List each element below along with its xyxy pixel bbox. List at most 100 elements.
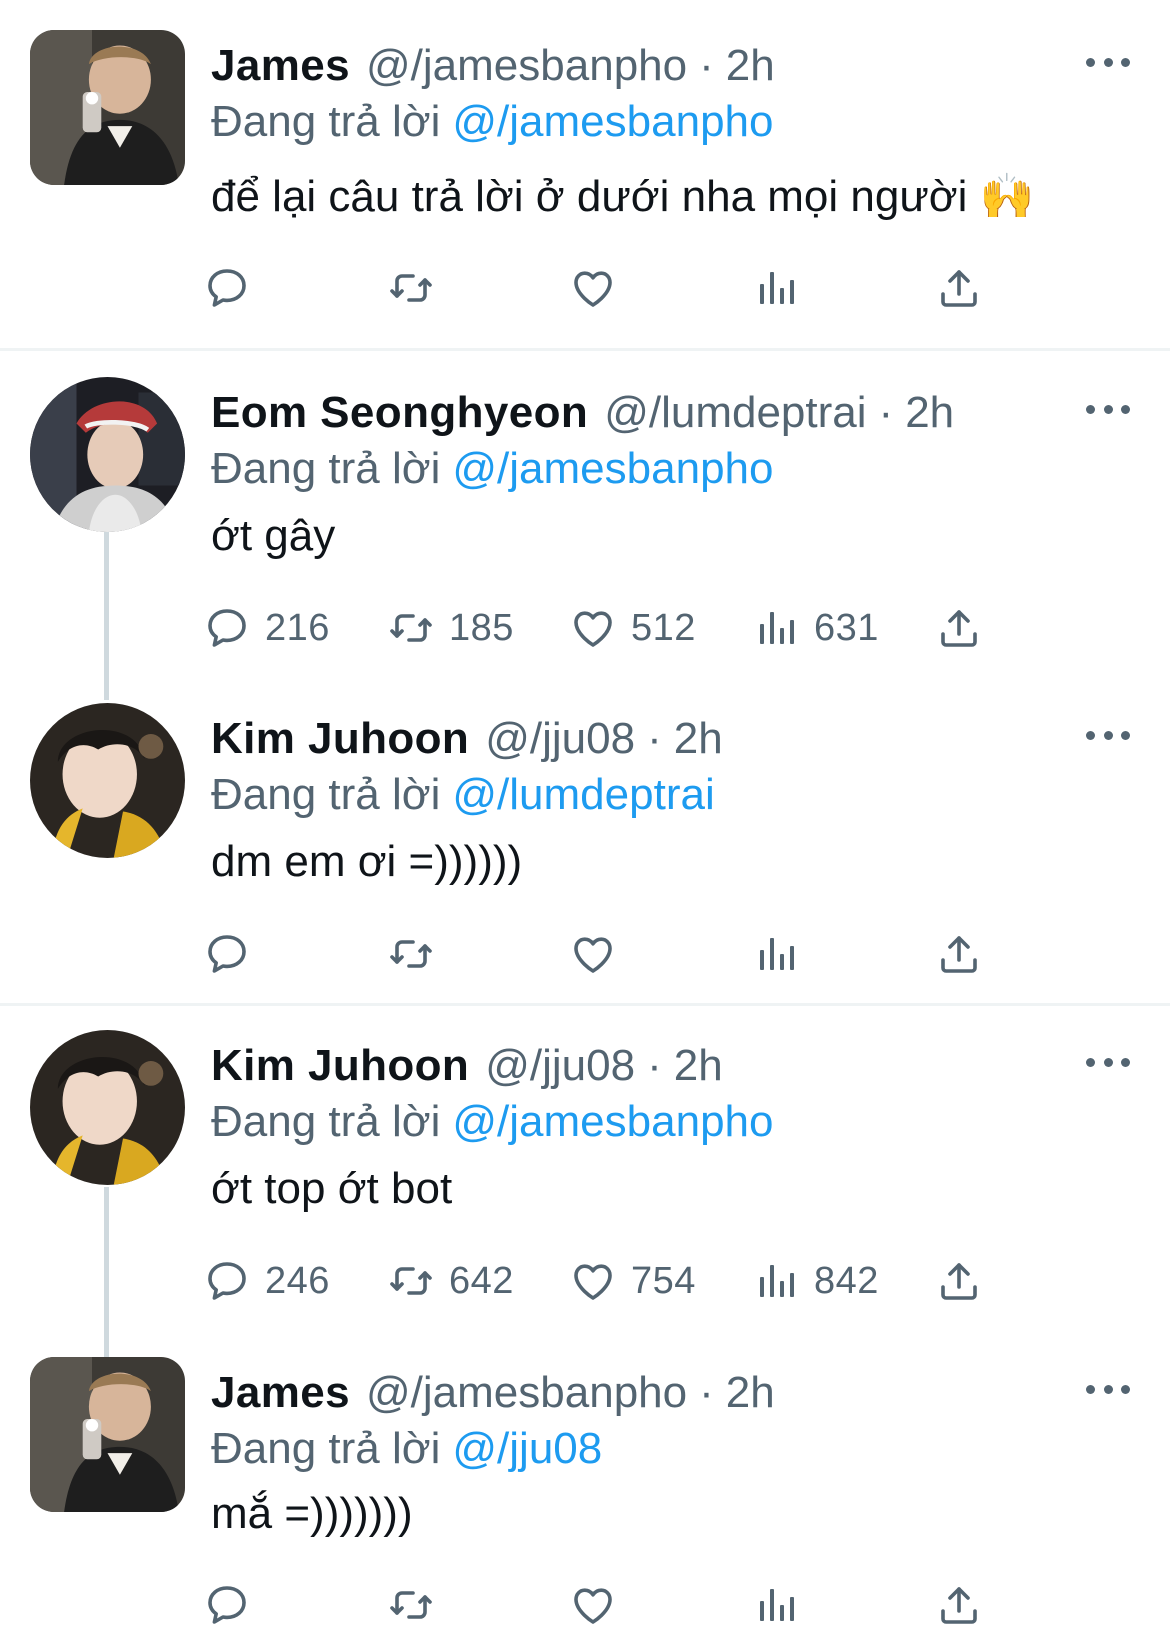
reply-button[interactable] [203,1577,265,1633]
like-button[interactable] [569,926,631,982]
reply-icon [203,264,251,312]
views-count: 631 [814,606,879,649]
retweet-icon [387,930,435,978]
share-button[interactable] [935,926,983,982]
views-button[interactable] [752,1577,814,1633]
retweet-button[interactable]: 185 [387,600,514,656]
retweet-icon [387,1581,435,1629]
replying-to-mention[interactable]: @/jamesbanpho [452,444,773,493]
replying-to-mention[interactable]: @/jamesbanpho [452,1097,773,1146]
retweet-icon [387,1257,435,1305]
timestamp[interactable]: 2h [674,711,723,767]
display-name[interactable]: Kim Juhoon [211,711,469,767]
views-button[interactable] [752,926,814,982]
views-count: 842 [814,1259,879,1302]
share-icon [935,604,983,652]
separator-dot: · [878,388,894,437]
reply-count: 216 [265,606,330,649]
avatar[interactable] [30,703,185,858]
timestamp[interactable]: 2h [726,1365,775,1421]
views-icon [752,264,800,312]
like-count: 754 [631,1259,696,1302]
views-icon [752,604,800,652]
more-icon[interactable] [1086,1052,1130,1072]
like-button[interactable]: 754 [569,1253,696,1309]
replying-to-label: Đang trả lời [211,1097,441,1146]
like-button[interactable] [569,260,631,316]
tweet[interactable]: James @/jamesbanpho · 2h Đang trả lời @/j… [0,30,1170,340]
more-icon[interactable] [1086,1379,1130,1399]
views-icon [752,930,800,978]
replying-to-mention[interactable]: @/lumdeptrai [452,770,714,819]
views-button[interactable]: 842 [752,1253,879,1309]
username[interactable]: @/lumdeptrai [604,385,866,441]
username[interactable]: @/jju08 [485,1038,635,1094]
reply-icon [203,1257,251,1305]
display-name[interactable]: Eom Seonghyeon [211,385,588,441]
tweet-text: dm em ơi =)))))) [211,837,523,886]
like-icon [569,930,617,978]
display-name[interactable]: Kim Juhoon [211,1038,469,1094]
timestamp[interactable]: 2h [905,385,954,441]
tweet-header: Kim Juhoon @/jju08 · 2h [211,711,723,767]
display-name[interactable]: James [211,1365,350,1421]
tweet-header: James @/jamesbanpho · 2h [211,1365,775,1421]
separator-dot: · [699,41,714,90]
share-icon [935,1257,983,1305]
views-button[interactable] [752,260,814,316]
reply-button[interactable]: 216 [203,600,330,656]
replying-to: Đang trả lời @/jamesbanpho [211,94,773,150]
share-button[interactable] [935,1253,983,1309]
views-button[interactable]: 631 [752,600,879,656]
tweet-header: Eom Seonghyeon @/lumdeptrai · 2h [211,385,954,441]
share-icon [935,930,983,978]
reply-count: 246 [265,1259,330,1302]
tweet[interactable]: James @/jamesbanpho · 2h Đang trả lời @/j… [0,1357,1170,1643]
username[interactable]: @/jamesbanpho [366,38,687,94]
avatar[interactable] [30,377,185,532]
retweet-button[interactable] [387,1577,449,1633]
like-icon [569,604,617,652]
timestamp[interactable]: 2h [726,38,775,94]
retweet-button[interactable] [387,260,449,316]
replying-to-mention[interactable]: @/jamesbanpho [452,97,773,146]
share-icon [935,264,983,312]
more-icon[interactable] [1086,399,1130,419]
share-button[interactable] [935,260,983,316]
replying-to-mention[interactable]: @/jju08 [452,1424,602,1473]
replying-to: Đang trả lời @/jju08 [211,1421,602,1477]
share-icon [935,1581,983,1629]
separator-dot: · [647,1041,662,1090]
like-button[interactable]: 512 [569,600,696,656]
username[interactable]: @/jju08 [485,711,635,767]
share-button[interactable] [935,1577,983,1633]
display-name[interactable]: James [211,38,350,94]
like-icon [569,264,617,312]
avatar[interactable] [30,1357,185,1512]
like-icon [569,1257,617,1305]
tweet[interactable]: Kim Juhoon @/jju08 · 2h Đang trả lời @/ja… [0,1030,1170,1330]
replying-to-label: Đang trả lời [211,770,441,819]
separator-dot: · [699,1368,714,1417]
more-icon[interactable] [1086,52,1130,72]
avatar[interactable] [30,1030,185,1185]
retweet-button[interactable]: 642 [387,1253,514,1309]
tweet-text: mắ =))))))) [211,1489,413,1538]
retweet-button[interactable] [387,926,449,982]
tweet-text: ớt top ớt bot [211,1164,453,1213]
avatar[interactable] [30,30,185,185]
like-button[interactable] [569,1577,631,1633]
more-icon[interactable] [1086,725,1130,745]
tweet[interactable]: Eom Seonghyeon @/lumdeptrai · 2h Đang tr… [0,377,1170,677]
reply-button[interactable] [203,926,265,982]
reply-icon [203,1581,251,1629]
retweet-icon [387,604,435,652]
reply-icon [203,930,251,978]
timestamp[interactable]: 2h [674,1038,723,1094]
like-icon [569,1581,617,1629]
reply-button[interactable]: 246 [203,1253,330,1309]
share-button[interactable] [935,600,983,656]
reply-button[interactable] [203,260,265,316]
tweet[interactable]: Kim Juhoon @/jju08 · 2h Đang trả lời @/lu… [0,703,1170,1003]
username[interactable]: @/jamesbanpho [366,1365,687,1421]
